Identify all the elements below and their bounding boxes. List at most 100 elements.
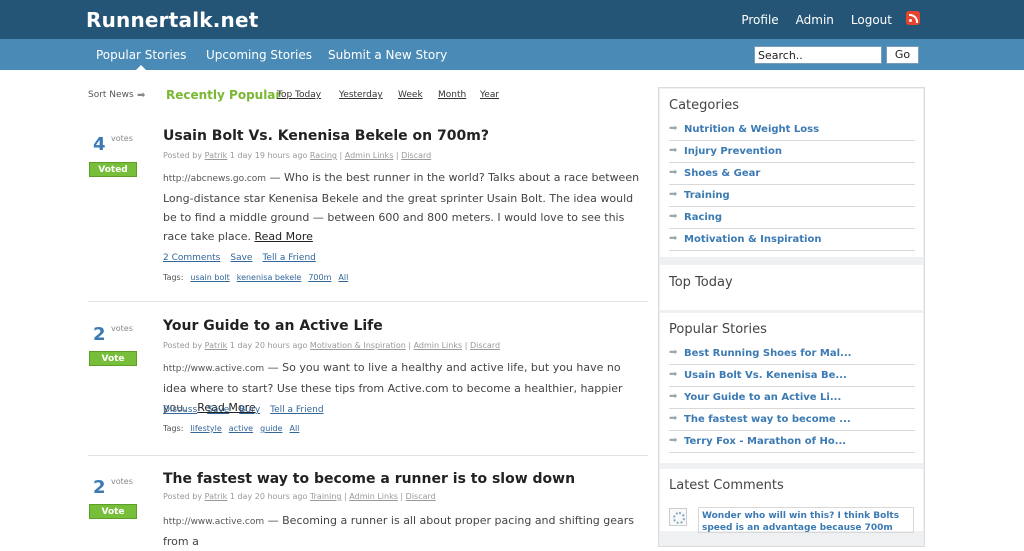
arrow-right-icon: ➡	[669, 347, 678, 358]
save-link[interactable]: Save	[230, 253, 252, 263]
category-label: Injury Prevention	[684, 146, 782, 157]
story-actions: 2 Comments Save Tell a Friend	[163, 253, 316, 263]
category-label: Training	[684, 190, 730, 201]
sort-recently-popular[interactable]: Recently Popular	[166, 88, 281, 102]
arrow-right-icon: ➡	[669, 413, 678, 424]
tab-popular-stories[interactable]: Popular Stories	[96, 48, 186, 71]
sort-top-today[interactable]: Top Today	[277, 90, 321, 100]
voted-button[interactable]: Voted	[89, 162, 137, 177]
admin-links[interactable]: Admin Links	[349, 492, 398, 501]
arrow-right-icon: ➡	[669, 167, 678, 178]
popular-story-label: Terry Fox - Marathon of Ho...	[684, 436, 847, 447]
post-time: 1 day 20 hours ago	[229, 492, 308, 501]
arrow-right-icon: ➡	[137, 90, 146, 101]
sort-yesterday[interactable]: Yesterday	[339, 90, 383, 100]
story-meta: Posted by Patrik 1 day 19 hours ago Raci…	[163, 151, 432, 160]
story-source: http://abcnews.go.com	[163, 174, 267, 184]
tag-link[interactable]: All	[338, 273, 348, 282]
discard-link[interactable]: Discard	[470, 341, 500, 350]
arrow-right-icon: ➡	[669, 391, 678, 402]
vote-button[interactable]: Vote	[89, 504, 137, 519]
tag-link[interactable]: lifestyle	[190, 424, 221, 433]
logout-link[interactable]: Logout	[851, 13, 892, 27]
user-links: Profile Admin Logout	[741, 13, 892, 27]
popular-story-item[interactable]: ➡ Terry Fox - Marathon of Ho...	[669, 431, 915, 453]
latest-comment-link[interactable]: Wonder who will win this? I think Bolts …	[698, 507, 914, 533]
discard-link[interactable]: Discard	[401, 151, 431, 160]
admin-links[interactable]: Admin Links	[414, 341, 463, 350]
vote-count: 2	[93, 324, 106, 345]
story-title[interactable]: Usain Bolt Vs. Kenenisa Bekele on 700m?	[163, 128, 489, 144]
category-item[interactable]: ➡ Motivation & Inspiration	[669, 229, 915, 251]
read-more-link[interactable]: Read More	[254, 230, 312, 243]
posted-by-label: Posted by	[163, 341, 203, 350]
admin-links[interactable]: Admin Links	[345, 151, 394, 160]
sort-year[interactable]: Year	[480, 90, 499, 100]
tag-link[interactable]: kenenisa bekele	[237, 273, 302, 282]
tag-link[interactable]: active	[229, 424, 253, 433]
tag-link[interactable]: All	[289, 424, 299, 433]
category-item[interactable]: ➡ Shoes & Gear	[669, 163, 915, 185]
save-link[interactable]: Save	[207, 405, 229, 415]
popular-story-item[interactable]: ➡ The fastest way to become ...	[669, 409, 915, 431]
category-label: Nutrition & Weight Loss	[684, 124, 820, 135]
votes-label: votes	[111, 477, 133, 486]
popular-story-label: Best Running Shoes for Mal...	[684, 348, 852, 359]
admin-link[interactable]: Admin	[796, 13, 834, 27]
sort-week[interactable]: Week	[398, 90, 423, 100]
category-label: Shoes & Gear	[684, 168, 761, 179]
tab-submit-story[interactable]: Submit a New Story	[328, 48, 447, 62]
category-link[interactable]: Racing	[310, 151, 337, 160]
popular-story-item[interactable]: ➡ Your Guide to an Active Li...	[669, 387, 915, 409]
category-item[interactable]: ➡ Injury Prevention	[669, 141, 915, 163]
sort-bar: Sort News ➡ Recently Popular Top Today Y…	[88, 88, 648, 105]
category-item[interactable]: ➡ Racing	[669, 207, 915, 229]
categories-box: Categories ➡ Nutrition & Weight Loss ➡ Inj…	[660, 89, 923, 257]
tag-link[interactable]: 700m	[308, 273, 331, 282]
posted-by-label: Posted by	[163, 492, 203, 501]
post-time: 1 day 20 hours ago	[229, 341, 308, 350]
votes-label: votes	[111, 134, 133, 143]
author-link[interactable]: Patrik	[205, 341, 228, 350]
latest-comments-title: Latest Comments	[669, 478, 784, 493]
comments-link[interactable]: 2 Comments	[163, 253, 220, 263]
profile-link[interactable]: Profile	[741, 13, 778, 27]
story-title[interactable]: The fastest way to become a runner is to…	[163, 471, 575, 487]
vote-button[interactable]: Vote	[89, 351, 137, 366]
sort-label: Sort News	[88, 90, 134, 100]
story-title[interactable]: Your Guide to an Active Life	[163, 318, 383, 334]
sort-month[interactable]: Month	[438, 90, 466, 100]
search-input[interactable]	[754, 46, 882, 64]
category-item[interactable]: ➡ Nutrition & Weight Loss	[669, 119, 915, 141]
site-logo[interactable]: Runnertalk.net	[86, 8, 259, 32]
story-item: 2 votes Vote Your Guide to an Active Lif…	[88, 318, 648, 448]
category-link[interactable]: Training	[310, 492, 342, 501]
popular-stories-title: Popular Stories	[669, 322, 767, 337]
rss-icon[interactable]	[906, 11, 920, 25]
discuss-link[interactable]: Discuss	[163, 405, 197, 415]
author-link[interactable]: Patrik	[205, 151, 228, 160]
bury-link[interactable]: Bury	[239, 405, 260, 415]
category-link[interactable]: Motivation & Inspiration	[310, 341, 406, 350]
vote-count: 2	[93, 477, 106, 498]
tell-friend-link[interactable]: Tell a Friend	[262, 253, 315, 263]
category-item[interactable]: ➡ Training	[669, 185, 915, 207]
popular-story-label: Your Guide to an Active Li...	[684, 392, 842, 403]
tag-link[interactable]: usain bolt	[190, 273, 229, 282]
story-source: http://www.active.com	[163, 517, 265, 527]
search-go-button[interactable]: Go	[886, 46, 919, 64]
arrow-right-icon: ➡	[669, 369, 678, 380]
arrow-right-icon: ➡	[669, 145, 678, 156]
discard-link[interactable]: Discard	[406, 492, 436, 501]
story-tags: Tags: lifestyle active guide All	[163, 424, 299, 433]
story-meta: Posted by Patrik 1 day 20 hours ago Moti…	[163, 341, 501, 350]
author-link[interactable]: Patrik	[205, 492, 228, 501]
popular-story-item[interactable]: ➡ Best Running Shoes for Mal...	[669, 343, 915, 365]
tab-upcoming-stories[interactable]: Upcoming Stories	[206, 48, 312, 62]
popular-story-label: The fastest way to become ...	[684, 414, 851, 425]
story-source: http://www.active.com	[163, 364, 265, 374]
tag-link[interactable]: guide	[260, 424, 282, 433]
popular-story-item[interactable]: ➡ Usain Bolt Vs. Kenenisa Be...	[669, 365, 915, 387]
tell-friend-link[interactable]: Tell a Friend	[270, 405, 323, 415]
story-body: http://www.active.com — Becoming a runne…	[163, 511, 645, 551]
